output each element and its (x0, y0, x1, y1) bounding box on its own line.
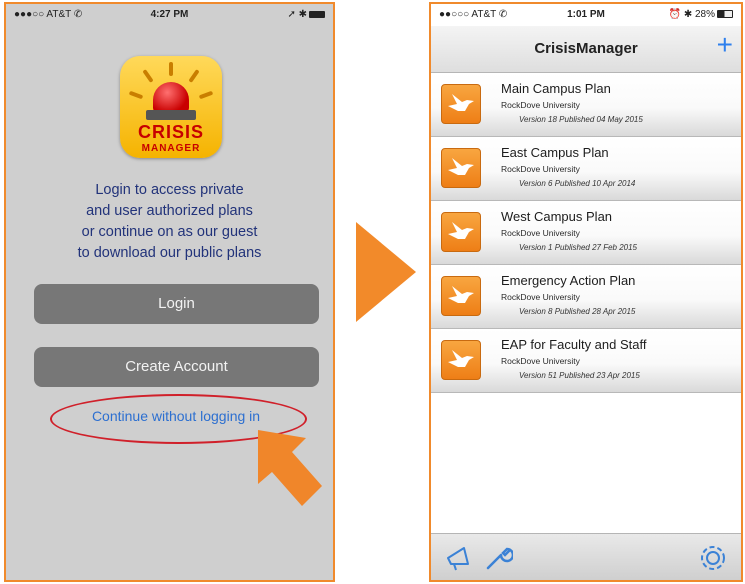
status-time: 4:27 PM (150, 9, 189, 20)
plan-version: Version 8 Published 28 Apr 2015 (519, 307, 636, 316)
battery-icon (717, 10, 733, 19)
login-screen: ●●●○○ AT&T ✆ 4:27 PM ➚ ✱ CRISIS MANAGER … (4, 2, 335, 582)
plan-title: EAP for Faculty and Staff (501, 337, 647, 352)
dove-icon (441, 212, 481, 252)
login-message: Login to access private and user authori… (77, 182, 262, 261)
plan-version: Version 51 Published 23 Apr 2015 (519, 371, 640, 380)
list-item[interactable]: West Campus Plan RockDove University Ver… (431, 201, 741, 265)
megaphone-icon[interactable] (445, 542, 477, 572)
status-right: ⏰ ✱ 28% (669, 9, 733, 20)
dove-icon (441, 84, 481, 124)
dove-icon (441, 148, 481, 188)
plan-version: Version 1 Published 27 Feb 2015 (519, 243, 638, 252)
plan-title: Main Campus Plan (501, 81, 611, 96)
plan-organization: RockDove University (501, 228, 580, 238)
plan-organization: RockDove University (501, 292, 580, 302)
plan-version: Version 18 Published 04 May 2015 (519, 115, 643, 124)
add-plan-button[interactable]: + (717, 30, 733, 60)
logo-text-crisis: CRISIS (137, 122, 204, 142)
page-title: CrisisManager (534, 40, 638, 57)
plan-list: Main Campus Plan RockDove University Ver… (431, 73, 741, 393)
tab-bar (431, 533, 741, 580)
crisis-manager-logo: CRISIS MANAGER (120, 56, 222, 158)
logo-text-manager: MANAGER (141, 143, 201, 154)
wrench-icon[interactable] (483, 542, 513, 572)
list-item[interactable]: East Campus Plan RockDove University Ver… (431, 137, 741, 201)
navigation-bar: CrisisManager + (431, 26, 741, 73)
list-item[interactable]: EAP for Faculty and Staff RockDove Unive… (431, 329, 741, 393)
plan-version: Version 6 Published 10 Apr 2014 (519, 179, 636, 188)
plan-organization: RockDove University (501, 356, 580, 366)
siren-icon (153, 82, 189, 112)
plan-title: West Campus Plan (501, 209, 613, 224)
plans-screen: ●●○○○ AT&T ✆ 1:01 PM ⏰ ✱ 28% CrisisManag… (429, 2, 743, 582)
plan-title: East Campus Plan (501, 145, 609, 160)
dove-icon (441, 276, 481, 316)
dove-icon (441, 340, 481, 380)
gear-icon[interactable] (697, 542, 729, 574)
status-right: ➚ ✱ (287, 9, 325, 20)
plan-organization: RockDove University (501, 164, 580, 174)
list-item[interactable]: Emergency Action Plan RockDove Universit… (431, 265, 741, 329)
plan-organization: RockDove University (501, 100, 580, 110)
pointer-arrow-icon (258, 430, 322, 506)
transition-arrow-icon (356, 222, 416, 322)
status-bar: ●●●○○ AT&T ✆ 4:27 PM ➚ ✱ (6, 4, 333, 26)
continue-without-login-link[interactable]: Continue without logging in (46, 408, 306, 424)
login-button[interactable]: Login (34, 284, 319, 324)
plan-title: Emergency Action Plan (501, 273, 636, 288)
status-bar: ●●○○○ AT&T ✆ 1:01 PM ⏰ ✱ 28% (431, 4, 741, 26)
battery-icon (309, 10, 325, 18)
create-account-button[interactable]: Create Account (34, 347, 319, 387)
list-item[interactable]: Main Campus Plan RockDove University Ver… (431, 73, 741, 137)
